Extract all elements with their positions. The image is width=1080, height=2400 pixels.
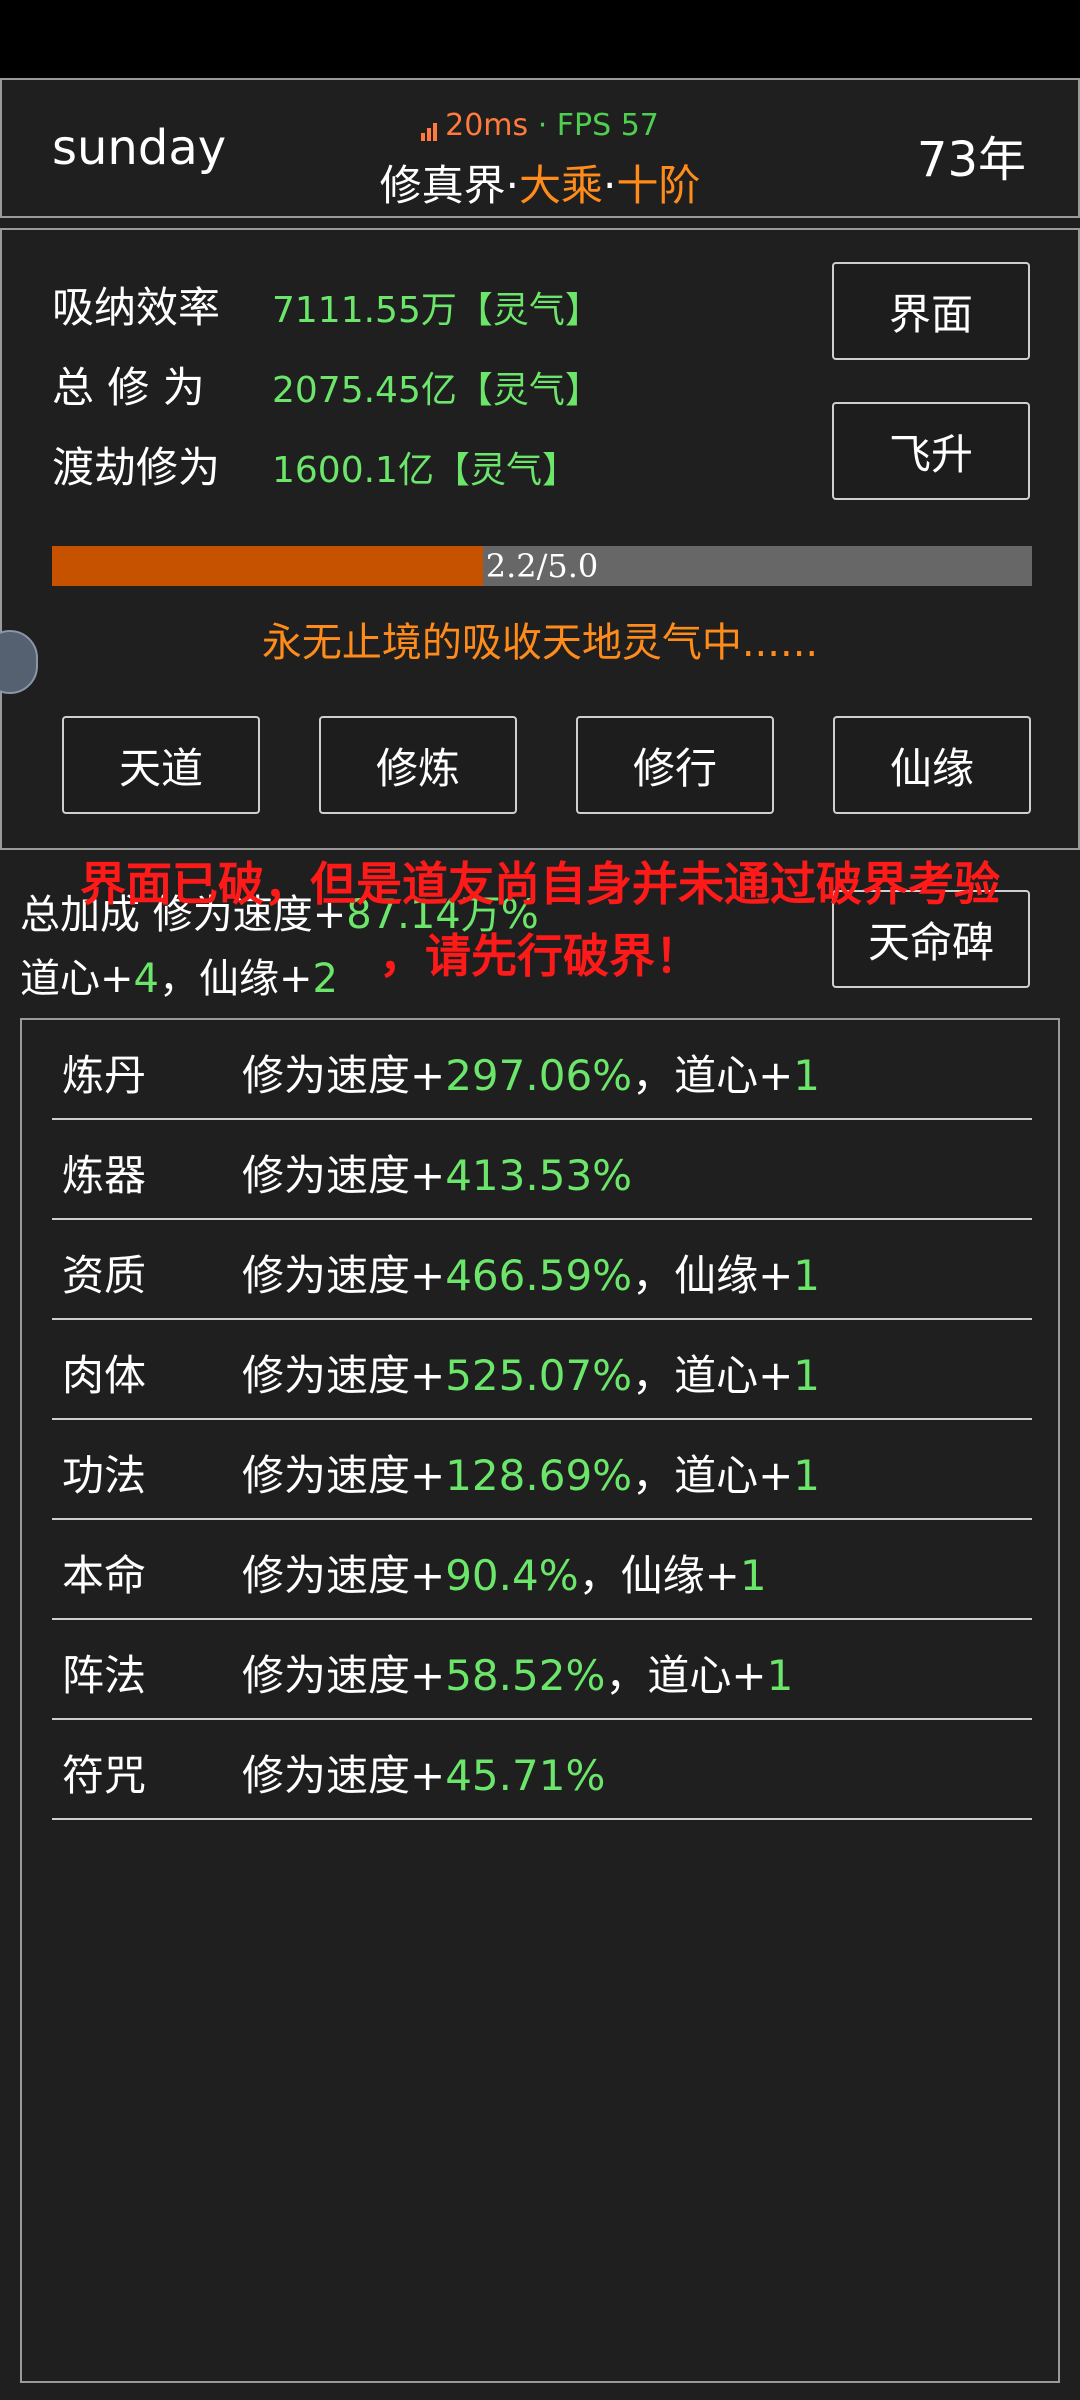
ascend-button[interactable]: 飞升 xyxy=(832,402,1030,500)
speed-value: 58.52% xyxy=(445,1651,606,1700)
speed-value: 90.4% xyxy=(445,1551,579,1600)
extra-label: ，仙缘+ xyxy=(578,1551,740,1600)
speed-label: 修为速度+ xyxy=(242,1151,446,1200)
extra-label: ，仙缘+ xyxy=(632,1251,794,1300)
stat-label: 渡劫修为 xyxy=(52,443,221,492)
stat-tribulation: 渡劫修为 1600.1亿【灵气】 xyxy=(52,434,578,495)
speed-value: 297.06% xyxy=(445,1051,633,1100)
speed-value: 525.07% xyxy=(445,1351,633,1400)
stat-label: 总 修 为 xyxy=(52,363,205,412)
practice-button[interactable]: 修行 xyxy=(576,716,774,814)
list-item-category: 功法 xyxy=(62,1451,147,1500)
speed-label: 修为速度+ xyxy=(242,1651,446,1700)
speed-value: 45.71% xyxy=(445,1751,606,1800)
stat-absorb-rate: 吸纳效率 7111.55万【灵气】 xyxy=(52,274,601,335)
list-item: 肉体 修为速度+525.07%，道心+1 xyxy=(52,1320,1032,1420)
stat-value: 1600.1亿【灵气】 xyxy=(272,450,578,491)
stat-label: 吸纳效率 xyxy=(52,283,221,332)
list-item: 本命 修为速度+90.4%，仙缘+1 xyxy=(52,1520,1032,1620)
extra-value: 1 xyxy=(739,1551,767,1600)
extra-value: 1 xyxy=(766,1651,794,1700)
warning-line-2: ，请先行破界！ xyxy=(379,929,701,983)
bonus-list-panel: 炼丹 修为速度+297.06%，道心+1 炼器 修为速度+413.53% 资质 修为速度+… xyxy=(20,1018,1060,2383)
list-item-desc: 修为速度+128.69%，道心+1 xyxy=(242,1442,820,1503)
extra-value: 1 xyxy=(793,1451,821,1500)
list-item: 炼丹 修为速度+297.06%，道心+1 xyxy=(52,1020,1032,1120)
list-item-category: 本命 xyxy=(62,1551,147,1600)
speed-label: 修为速度+ xyxy=(242,1751,446,1800)
speed-label: 修为速度+ xyxy=(242,1351,446,1400)
list-item: 资质 修为速度+466.59%，仙缘+1 xyxy=(52,1220,1032,1320)
latency-text: 20ms xyxy=(445,108,529,143)
speed-value: 413.53% xyxy=(445,1151,633,1200)
cultivation-progress-bar: 2.2/5.0 xyxy=(52,546,1032,586)
stat-total-cultivation: 总 修 为 2075.45亿【灵气】 xyxy=(52,354,601,415)
list-item-category: 炼器 xyxy=(62,1151,147,1200)
speed-label: 修为速度+ xyxy=(242,1051,446,1100)
list-item-category: 炼丹 xyxy=(62,1051,147,1100)
list-item-desc: 修为速度+45.71% xyxy=(242,1742,605,1803)
list-item: 阵法 修为速度+58.52%，道心+1 xyxy=(52,1620,1032,1720)
list-item-category: 资质 xyxy=(62,1251,147,1300)
realm-sep: · xyxy=(603,161,617,210)
extra-value: 1 xyxy=(793,1351,821,1400)
speed-label: 修为速度+ xyxy=(242,1551,446,1600)
extra-label: ，道心+ xyxy=(605,1651,767,1700)
stats-panel: 吸纳效率 7111.55万【灵气】 总 修 为 2075.45亿【灵气】 渡劫修为 1… xyxy=(0,228,1080,850)
extra-value: 1 xyxy=(793,1051,821,1100)
list-item-category: 符咒 xyxy=(62,1751,147,1800)
list-item-desc: 修为速度+525.07%，道心+1 xyxy=(242,1342,820,1403)
realm-stage: 大乘 xyxy=(518,161,603,210)
game-year: 73年 xyxy=(916,132,1026,188)
list-item: 符咒 修为速度+45.71% xyxy=(52,1720,1032,1820)
stat-value: 2075.45亿【灵气】 xyxy=(272,370,601,411)
list-item-category: 阵法 xyxy=(62,1651,147,1700)
realm-sep: · xyxy=(505,161,519,210)
warning-line-1: 界面已破，但是道友尚自身并未通过破界考验 xyxy=(80,857,1000,911)
list-item-desc: 修为速度+90.4%，仙缘+1 xyxy=(242,1542,767,1603)
realm-level: 十阶 xyxy=(616,161,701,210)
fate-button[interactable]: 仙缘 xyxy=(833,716,1031,814)
speed-label: 修为速度+ xyxy=(242,1451,446,1500)
list-item: 功法 修为速度+128.69%，道心+1 xyxy=(52,1420,1032,1520)
stat-value: 7111.55万【灵气】 xyxy=(272,290,601,331)
fps-text: · FPS 57 xyxy=(537,108,659,143)
cultivate-button[interactable]: 修炼 xyxy=(319,716,517,814)
status-bar-area xyxy=(0,0,1080,78)
list-item-desc: 修为速度+466.59%，仙缘+1 xyxy=(242,1242,820,1303)
list-item-desc: 修为速度+58.52%，道心+1 xyxy=(242,1642,793,1703)
list-item-desc: 修为速度+413.53% xyxy=(242,1142,632,1203)
speed-value: 128.69% xyxy=(445,1451,633,1500)
progress-text: 2.2/5.0 xyxy=(485,547,599,585)
extra-label: ，道心+ xyxy=(632,1051,794,1100)
list-item: 炼器 修为速度+413.53% xyxy=(52,1120,1032,1220)
status-message: 永无止境的吸收天地灵气中...... xyxy=(261,620,819,666)
signal-bars-icon xyxy=(421,106,439,141)
tiandao-button[interactable]: 天道 xyxy=(62,716,260,814)
extra-label: ，道心+ xyxy=(632,1351,794,1400)
list-item-category: 肉体 xyxy=(62,1351,147,1400)
speed-label: 修为速度+ xyxy=(242,1251,446,1300)
interface-button[interactable]: 界面 xyxy=(832,262,1030,360)
extra-value: 1 xyxy=(793,1251,821,1300)
extra-label: ，道心+ xyxy=(632,1451,794,1500)
speed-value: 466.59% xyxy=(445,1251,633,1300)
realm-world: 修真界 xyxy=(379,161,506,210)
header-panel: sunday 20ms · FPS 57 修真界·大乘·十阶 73年 xyxy=(0,78,1080,218)
list-item-desc: 修为速度+297.06%，道心+1 xyxy=(242,1042,820,1103)
